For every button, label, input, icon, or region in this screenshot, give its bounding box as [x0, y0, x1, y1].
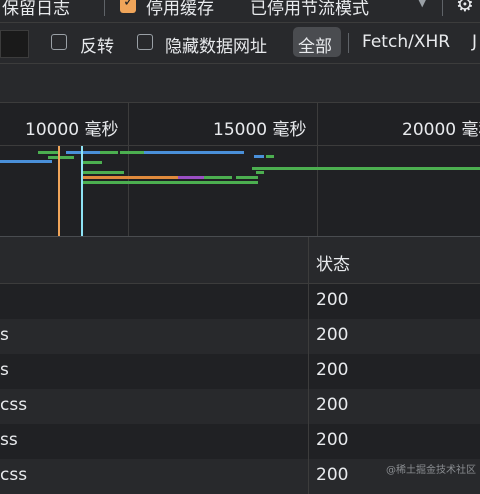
request-status: 200: [316, 395, 348, 415]
watermark: @稀土掘金技术社区: [386, 461, 476, 476]
hide-data-urls-label[interactable]: 隐藏数据网址: [165, 32, 267, 57]
request-name: s: [0, 360, 9, 380]
table-row[interactable]: css 200: [0, 389, 480, 424]
waterfall-bar: [256, 171, 264, 174]
table-row[interactable]: ss 200: [0, 424, 480, 459]
column-divider: [308, 424, 309, 459]
waterfall-bar: [82, 171, 124, 174]
filter-divider: [348, 33, 349, 53]
toolbar-divider: [104, 0, 105, 16]
filter-all-button[interactable]: 全部: [293, 27, 341, 57]
request-name: css: [0, 395, 27, 415]
request-status: 200: [316, 325, 348, 345]
filter-fetch-xhr-button[interactable]: Fetch/XHR: [362, 32, 450, 52]
blank-bar: [0, 64, 480, 103]
column-divider: [308, 319, 309, 354]
request-name: s: [0, 325, 9, 345]
disable-cache-label[interactable]: 停用缓存: [146, 0, 214, 19]
table-row[interactable]: s 200: [0, 319, 480, 354]
request-status: 200: [316, 360, 348, 380]
status-column-header[interactable]: 状态: [316, 250, 350, 275]
check-icon: ✓: [123, 0, 135, 10]
column-divider: [308, 459, 309, 494]
waterfall-bar: [254, 155, 264, 158]
requests-table-header: 状态: [0, 237, 480, 284]
chevron-down-icon[interactable]: ▼: [418, 0, 426, 9]
filter-input[interactable]: [0, 30, 29, 58]
waterfall-bar: [66, 151, 100, 154]
filter-js-button[interactable]: J: [472, 32, 477, 52]
tick-label: 20000 毫秒: [402, 115, 480, 140]
dom-content-loaded-marker: [58, 146, 60, 236]
request-name: css: [0, 465, 27, 485]
load-event-marker: [81, 146, 83, 236]
invert-label[interactable]: 反转: [80, 32, 114, 57]
waterfall-bar: [38, 151, 60, 154]
toolbar-divider: [442, 0, 443, 16]
waterfall-bar: [236, 176, 258, 179]
waterfall-bar: [266, 155, 274, 158]
waterfall-bar: [82, 176, 178, 179]
timeline-overview[interactable]: 10000 毫秒 15000 毫秒 20000 毫秒: [0, 103, 480, 237]
invert-checkbox[interactable]: [51, 34, 67, 50]
column-divider: [308, 389, 309, 424]
request-name: ss: [0, 430, 18, 450]
waterfall-bar: [48, 156, 74, 159]
tick-gridline: [128, 103, 129, 236]
waterfall-bar: [178, 176, 204, 179]
column-divider: [308, 284, 309, 319]
waterfall-bar: [0, 160, 52, 163]
waterfall-bar: [82, 161, 102, 164]
tick-label: 15000 毫秒: [213, 115, 306, 140]
hide-data-urls-checkbox[interactable]: [137, 34, 153, 50]
column-divider[interactable]: [308, 237, 309, 283]
network-toolbar: 保留日志 ✓ 停用缓存 已停用节流模式 ▼ ⚙: [0, 0, 480, 23]
preserve-log-label[interactable]: 保留日志: [2, 0, 70, 19]
table-row[interactable]: s 200: [0, 354, 480, 389]
table-row[interactable]: 200: [0, 284, 480, 319]
request-status: 200: [316, 290, 348, 310]
disable-cache-checkbox[interactable]: ✓: [120, 0, 136, 13]
timeline-divider: [0, 145, 480, 146]
waterfall-bar: [252, 167, 480, 170]
filter-all-label: 全部: [298, 32, 332, 57]
throttle-select[interactable]: 已停用节流模式: [250, 0, 369, 19]
column-divider: [308, 354, 309, 389]
filter-bar: 反转 隐藏数据网址 全部 Fetch/XHR J: [0, 23, 480, 64]
tick-label: 10000 毫秒: [25, 115, 118, 140]
waterfall-bar: [204, 176, 232, 179]
network-conditions-icon[interactable]: ⚙: [456, 0, 474, 16]
waterfall-bar: [82, 181, 258, 184]
waterfall-bar: [120, 151, 144, 154]
request-status: 200: [316, 430, 348, 450]
waterfall-bar: [100, 151, 118, 154]
request-status: 200: [316, 465, 348, 485]
